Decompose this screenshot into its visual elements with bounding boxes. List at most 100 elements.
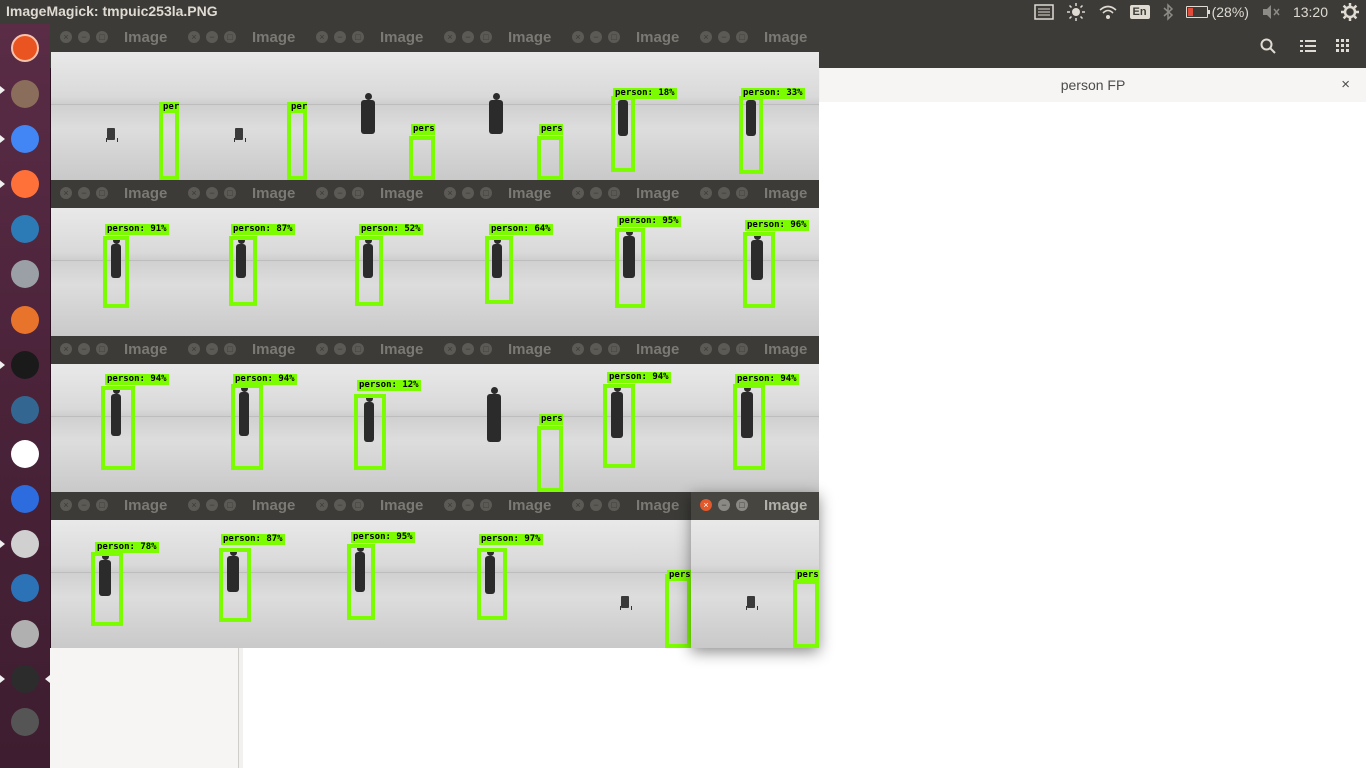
close-icon[interactable]: × — [188, 187, 200, 199]
postgresql-elephant-icon[interactable] — [7, 392, 43, 428]
window-titlebar[interactable]: × − □ Image — [307, 492, 435, 520]
slack-icon[interactable] — [7, 436, 43, 472]
image-window[interactable]: ×−□ Image pers — [179, 24, 307, 180]
image-window[interactable]: × − □ Image person: 91% — [51, 180, 179, 336]
maximize-icon[interactable]: □ — [608, 343, 620, 355]
maximize-icon[interactable]: □ — [224, 31, 236, 43]
brightness-icon[interactable] — [1066, 0, 1086, 24]
close-icon[interactable]: × — [444, 187, 456, 199]
minimize-icon[interactable]: − — [78, 343, 90, 355]
image-window[interactable]: × − □ Image person: 87% — [179, 492, 307, 648]
close-icon[interactable]: × — [316, 499, 328, 511]
window-titlebar[interactable]: × − □ Image — [51, 492, 179, 520]
window-titlebar[interactable]: × − □ Image — [179, 336, 307, 364]
power-gear-icon[interactable] — [1340, 0, 1360, 24]
minimize-icon[interactable]: − — [78, 31, 90, 43]
image-window[interactable]: × − □ Image person: 78% — [51, 492, 179, 648]
close-icon[interactable]: × — [60, 187, 72, 199]
window-titlebar[interactable]: × − □ Image — [691, 24, 819, 52]
minimize-icon[interactable]: − — [206, 31, 218, 43]
image-window[interactable]: × − □ Image person: 94% — [563, 336, 691, 492]
minimize-icon[interactable]: − — [718, 343, 730, 355]
image-window[interactable]: × − □ Image person: 94% — [179, 336, 307, 492]
close-icon[interactable]: × — [572, 187, 584, 199]
maximize-icon[interactable]: □ — [96, 187, 108, 199]
minimize-icon[interactable]: − — [334, 343, 346, 355]
window-titlebar[interactable]: × − □ Image — [563, 180, 691, 208]
window-titlebar[interactable]: × − □ Image — [691, 180, 819, 208]
window-titlebar[interactable]: × − □ Image — [179, 180, 307, 208]
close-icon[interactable]: × — [572, 31, 584, 43]
image-window[interactable]: × − □ Image person: 96% — [691, 180, 819, 336]
display-settings-icon[interactable] — [7, 704, 43, 740]
disk-drive-icon[interactable] — [7, 256, 43, 292]
window-titlebar[interactable]: × − □ Image — [563, 492, 691, 520]
close-icon[interactable]: × — [700, 499, 712, 511]
minimize-icon[interactable]: − — [590, 343, 602, 355]
close-icon[interactable]: × — [572, 499, 584, 511]
close-icon[interactable]: × — [60, 499, 72, 511]
minimize-icon[interactable]: − — [462, 499, 474, 511]
maximize-icon[interactable]: □ — [736, 31, 748, 43]
window-titlebar[interactable]: × − □ Image — [179, 24, 307, 52]
clock[interactable]: 13:20 — [1293, 0, 1328, 24]
image-window[interactable]: × − □ Image person: 97% — [435, 492, 563, 648]
close-icon[interactable]: × — [316, 187, 328, 199]
volume-muted-icon[interactable] — [1261, 0, 1281, 24]
window-titlebar[interactable]: × − □ Image — [435, 24, 563, 52]
maximize-icon[interactable]: □ — [608, 31, 620, 43]
window-titlebar[interactable]: × − □ Image — [435, 492, 563, 520]
minimize-icon[interactable]: − — [590, 187, 602, 199]
window-titlebar[interactable]: × − □ Image — [307, 336, 435, 364]
minimize-icon[interactable]: − — [718, 499, 730, 511]
maximize-icon[interactable]: □ — [96, 343, 108, 355]
minimize-icon[interactable]: − — [78, 499, 90, 511]
image-window[interactable]: ×−□ Image pers — [51, 24, 179, 180]
image-window[interactable]: × − □ Image person: 12% — [307, 336, 435, 492]
image-window[interactable]: × − □ Image person: 95% — [307, 492, 435, 648]
image-window[interactable]: ×−□ Image pers — [691, 492, 819, 648]
maximize-icon[interactable]: □ — [480, 343, 492, 355]
close-icon[interactable]: × — [316, 343, 328, 355]
chrome-icon[interactable] — [7, 121, 43, 157]
search-icon[interactable] — [1254, 32, 1282, 60]
close-icon[interactable]: × — [60, 31, 72, 43]
grid-view-icon[interactable] — [1329, 32, 1357, 60]
maximize-icon[interactable]: □ — [608, 499, 620, 511]
minimize-icon[interactable]: − — [590, 31, 602, 43]
maximize-icon[interactable]: □ — [736, 343, 748, 355]
image-window[interactable]: ×−□ Image pers — [307, 24, 435, 180]
minimize-icon[interactable]: − — [718, 31, 730, 43]
maximize-icon[interactable]: □ — [736, 187, 748, 199]
musescore-icon[interactable] — [7, 570, 43, 606]
maximize-icon[interactable]: □ — [352, 499, 364, 511]
maximize-icon[interactable]: □ — [224, 343, 236, 355]
minimize-icon[interactable]: − — [718, 187, 730, 199]
minimize-icon[interactable]: − — [334, 31, 346, 43]
image-window[interactable]: × − □ Image person: 94% — [51, 336, 179, 492]
indicator-menu-icon[interactable] — [1033, 0, 1054, 24]
firefox-icon[interactable] — [7, 166, 43, 202]
image-window[interactable]: ×−□ Image pers — [563, 492, 691, 648]
image-window[interactable]: × − □ Image person: 87% — [179, 180, 307, 336]
vpn-client-icon[interactable] — [7, 211, 43, 247]
image-window[interactable]: × − □ Image person: 95% — [563, 180, 691, 336]
image-window[interactable]: × − □ Image person: 64% — [435, 180, 563, 336]
list-view-icon[interactable] — [1294, 32, 1322, 60]
speaker-volume-icon[interactable] — [7, 616, 43, 652]
window-titlebar[interactable]: × − □ Image — [307, 180, 435, 208]
image-window[interactable]: × − □ Image person: 94% — [691, 336, 819, 492]
close-icon[interactable]: × — [188, 499, 200, 511]
maximize-icon[interactable]: □ — [352, 187, 364, 199]
close-icon[interactable]: × — [700, 343, 712, 355]
minimize-icon[interactable]: − — [78, 187, 90, 199]
files-icon[interactable] — [7, 76, 43, 112]
usb-drive-icon[interactable] — [7, 526, 43, 562]
close-icon[interactable]: × — [444, 31, 456, 43]
close-icon[interactable]: × — [316, 31, 328, 43]
maximize-icon[interactable]: □ — [352, 343, 364, 355]
window-titlebar[interactable]: × − □ Image — [563, 24, 691, 52]
minimize-icon[interactable]: − — [462, 343, 474, 355]
image-window[interactable]: × − □ Image person: 52% — [307, 180, 435, 336]
minimize-icon[interactable]: − — [334, 499, 346, 511]
